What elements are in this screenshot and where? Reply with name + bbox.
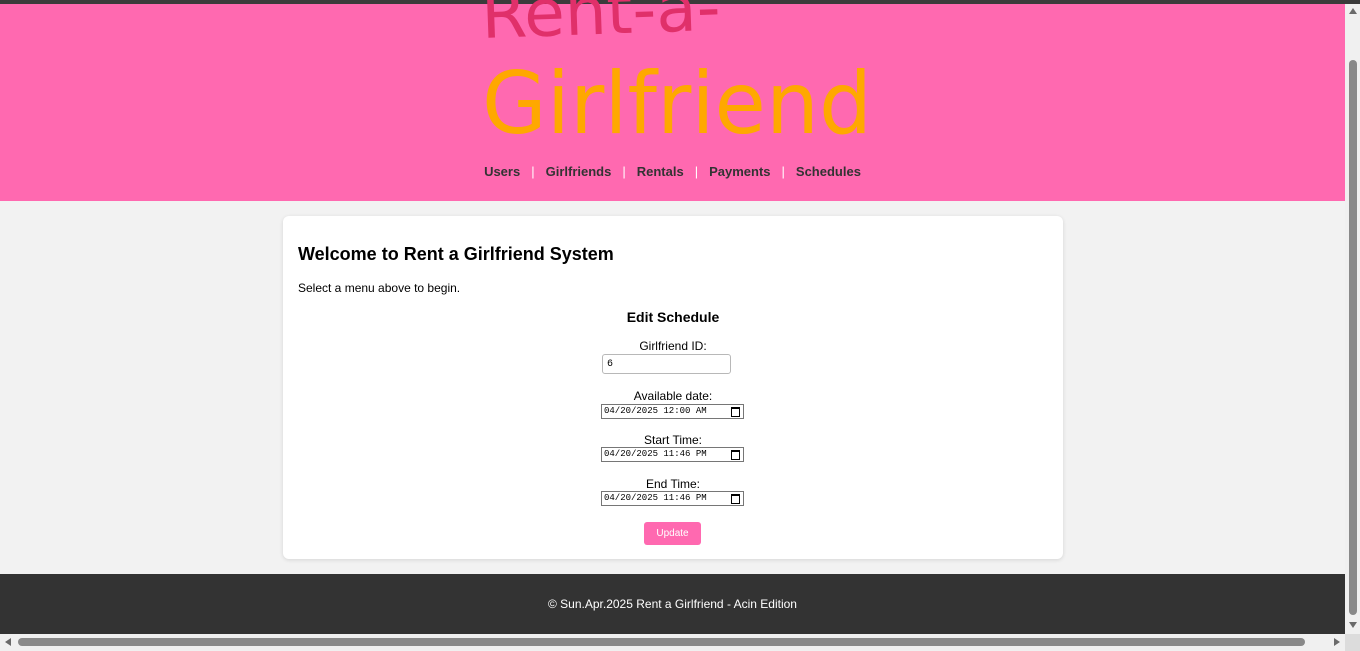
nav-girlfriends[interactable]: Girlfriends xyxy=(546,164,612,179)
calendar-icon[interactable] xyxy=(731,494,740,504)
site-footer: © Sun.Apr.2025 Rent a Girlfriend - Acin … xyxy=(0,574,1345,634)
logo-line-girlfriend: Girlfriend xyxy=(482,54,872,154)
start-time-label: Start Time: xyxy=(643,433,702,447)
update-button[interactable]: Update xyxy=(644,522,701,545)
nav-separator: | xyxy=(531,164,535,179)
site-logo: Rent-a- Girlfriend xyxy=(480,0,872,154)
scrollbar-corner xyxy=(1345,634,1360,651)
vertical-scroll-thumb[interactable] xyxy=(1349,60,1357,615)
scroll-down-arrow-icon[interactable] xyxy=(1349,622,1357,628)
nav-payments[interactable]: Payments xyxy=(709,164,770,179)
end-time-input[interactable]: 04/20/2025 11:46 PM xyxy=(601,491,744,506)
nav-separator: | xyxy=(622,164,626,179)
nav-rentals[interactable]: Rentals xyxy=(637,164,684,179)
intro-text: Select a menu above to begin. xyxy=(298,281,461,295)
main-content: Welcome to Rent a Girlfriend System Sele… xyxy=(0,201,1345,574)
site-header: Rent-a- Girlfriend Users | Girlfriends | Ren… xyxy=(0,0,1345,201)
form-title: Edit Schedule xyxy=(626,309,720,325)
logo-line-rent: Rent-a- xyxy=(480,0,722,54)
content-card: Welcome to Rent a Girlfriend System Sele… xyxy=(283,216,1063,559)
horizontal-scrollbar[interactable] xyxy=(0,634,1345,651)
nav-separator: | xyxy=(781,164,785,179)
girlfriend-id-label: Girlfriend ID: xyxy=(639,339,707,353)
available-date-input[interactable]: 04/20/2025 12:00 AM xyxy=(601,404,744,419)
scroll-up-arrow-icon[interactable] xyxy=(1349,8,1357,14)
start-time-value: 04/20/2025 11:46 PM xyxy=(604,449,707,459)
calendar-icon[interactable] xyxy=(731,407,740,417)
nav-schedules[interactable]: Schedules xyxy=(796,164,861,179)
nav-users[interactable]: Users xyxy=(484,164,520,179)
horizontal-scroll-thumb[interactable] xyxy=(18,638,1305,646)
main-nav: Users | Girlfriends | Rentals | Payments | Sched… xyxy=(0,164,1345,179)
end-time-label: End Time: xyxy=(645,477,701,491)
available-date-value: 04/20/2025 12:00 AM xyxy=(604,406,707,416)
nav-separator: | xyxy=(694,164,699,179)
available-date-label: Available date: xyxy=(633,389,713,403)
calendar-icon[interactable] xyxy=(731,450,740,460)
end-time-value: 04/20/2025 11:46 PM xyxy=(604,493,707,503)
girlfriend-id-input[interactable] xyxy=(602,354,731,374)
vertical-scrollbar[interactable] xyxy=(1345,4,1360,634)
footer-text: © Sun.Apr.2025 Rent a Girlfriend - Acin … xyxy=(548,597,797,611)
page-title: Welcome to Rent a Girlfriend System xyxy=(298,244,614,264)
start-time-input[interactable]: 04/20/2025 11:46 PM xyxy=(601,447,744,462)
scroll-left-arrow-icon[interactable] xyxy=(5,638,11,646)
scroll-right-arrow-icon[interactable] xyxy=(1334,638,1340,646)
